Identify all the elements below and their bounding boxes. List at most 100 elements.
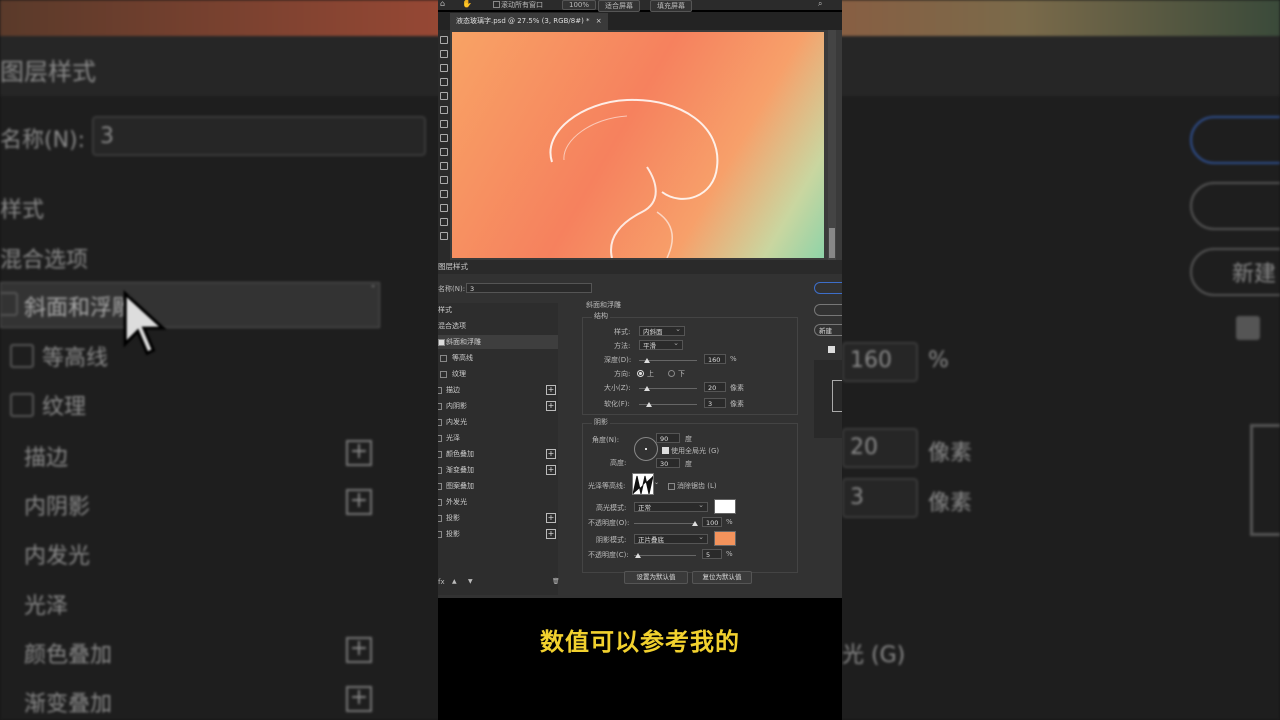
style-item-inner-glow[interactable]: 内发光 — [438, 415, 558, 429]
size-slider-handle[interactable] — [644, 386, 650, 391]
highlight-opacity-slider[interactable] — [634, 523, 696, 524]
style-item-stroke[interactable]: 描边 + — [438, 383, 558, 397]
contour-dropdown-icon[interactable]: ⌄ — [654, 479, 659, 486]
tab-close-icon[interactable]: × — [596, 17, 602, 25]
add-color-overlay-plus-icon[interactable]: + — [546, 449, 556, 459]
pen-tool-icon[interactable] — [440, 232, 448, 240]
eraser-tool-icon[interactable] — [440, 176, 448, 184]
checkbox[interactable] — [438, 531, 442, 538]
anti-alias-checkbox[interactable] — [668, 483, 675, 490]
move-up-icon[interactable]: ▲ — [452, 578, 457, 585]
wand-tool-icon[interactable] — [440, 78, 448, 86]
fit-screen-button[interactable]: 适合屏幕 — [598, 0, 640, 12]
document-tab[interactable]: 液态玻璃字.psd @ 27.5% (3, RGB/8#) * × — [450, 13, 608, 30]
size-input[interactable]: 20 — [704, 382, 726, 392]
gradient-tool-icon[interactable] — [440, 190, 448, 198]
shadow-opacity-handle[interactable] — [635, 553, 641, 558]
style-item-drop-shadow[interactable]: 投影 + — [438, 511, 558, 525]
add-gradient-overlay-plus-icon[interactable]: + — [546, 465, 556, 475]
checkbox[interactable] — [440, 355, 447, 362]
checkbox[interactable] — [438, 339, 445, 346]
document-canvas[interactable] — [452, 32, 824, 258]
dodge-tool-icon[interactable] — [440, 218, 448, 226]
depth-slider-handle[interactable] — [644, 358, 650, 363]
direction-up-radio[interactable] — [637, 370, 644, 377]
checkbox[interactable] — [440, 371, 447, 378]
styles-header[interactable]: 样式 — [438, 303, 558, 317]
zoom-100-button[interactable]: 100% — [562, 0, 597, 10]
checkbox[interactable] — [438, 483, 442, 490]
blend-options-item[interactable]: 混合选项 — [438, 319, 558, 333]
fx-icon[interactable]: fx — [438, 578, 445, 586]
style-item-color-overlay[interactable]: 颜色叠加 + — [438, 447, 558, 461]
canvas-scrollbar[interactable] — [828, 30, 836, 260]
make-default-button[interactable]: 设置为默认值 — [624, 571, 688, 584]
style-select[interactable]: 内斜面 — [639, 324, 685, 336]
style-item-pattern-overlay[interactable]: 图案叠加 — [438, 479, 558, 493]
depth-input[interactable]: 160 — [704, 354, 726, 364]
angle-dial[interactable] — [634, 437, 658, 461]
home-icon[interactable]: ⌂ — [440, 0, 445, 8]
move-tool-icon[interactable] — [440, 36, 448, 44]
highlight-color-swatch[interactable] — [714, 499, 736, 514]
style-item-contour[interactable]: 等高线 — [438, 351, 558, 365]
name-field[interactable]: 3 — [466, 283, 592, 293]
checkbox[interactable] — [438, 387, 442, 394]
highlight-opacity-handle[interactable] — [692, 521, 698, 526]
hand-tool-icon[interactable]: ✋ — [462, 0, 472, 8]
checkbox[interactable] — [438, 515, 442, 522]
style-item-drop-shadow-2[interactable]: 投影 + — [438, 527, 558, 541]
checkbox[interactable] — [438, 451, 442, 458]
add-stroke-plus-icon[interactable]: + — [546, 385, 556, 395]
canvas-area[interactable] — [450, 30, 842, 260]
scroll-thumb[interactable] — [829, 228, 835, 258]
checkbox[interactable] — [438, 419, 442, 426]
soften-slider-handle[interactable] — [646, 402, 652, 407]
history-brush-icon[interactable] — [440, 162, 448, 170]
move-down-icon[interactable]: ▼ — [468, 578, 473, 585]
style-item-satin[interactable]: 光泽 — [438, 431, 558, 445]
checkbox[interactable] — [438, 435, 442, 442]
style-item-bevel[interactable]: 斜面和浮雕 — [438, 335, 558, 349]
crop-tool-icon[interactable] — [440, 92, 448, 100]
eyedropper-tool-icon[interactable] — [440, 106, 448, 114]
style-item-gradient-overlay[interactable]: 渐变叠加 + — [438, 463, 558, 477]
soften-input[interactable]: 3 — [704, 398, 726, 408]
scroll-all-checkbox[interactable] — [493, 1, 500, 8]
checkbox[interactable] — [438, 467, 442, 474]
add-drop-shadow-plus-icon[interactable]: + — [546, 513, 556, 523]
highlight-opacity-input[interactable]: 100 — [702, 517, 722, 527]
angle-input[interactable]: 90 — [656, 433, 680, 443]
technique-select[interactable]: 平滑 — [639, 338, 683, 350]
shadow-mode-select[interactable]: 正片叠底 — [634, 532, 708, 544]
new-style-button[interactable]: 新建 — [814, 324, 842, 336]
ok-button[interactable] — [814, 282, 842, 294]
shadow-color-swatch[interactable] — [714, 531, 736, 546]
checkbox[interactable] — [438, 499, 442, 506]
style-item-inner-shadow[interactable]: 内阴影 + — [438, 399, 558, 413]
shadow-opacity-slider[interactable] — [634, 555, 696, 556]
global-light-checkbox[interactable] — [662, 447, 669, 454]
add-inner-shadow-plus-icon[interactable]: + — [546, 401, 556, 411]
reset-default-button[interactable]: 复位为默认值 — [692, 571, 752, 584]
style-item-outer-glow[interactable]: 外发光 — [438, 495, 558, 509]
highlight-mode-select[interactable]: 正常 — [634, 500, 708, 512]
stamp-tool-icon[interactable] — [440, 148, 448, 156]
gloss-contour-picker[interactable] — [632, 473, 654, 495]
brush-tool-icon[interactable] — [440, 134, 448, 142]
shadow-opacity-input[interactable]: 5 — [702, 549, 722, 559]
checkbox[interactable] — [438, 403, 442, 410]
fill-screen-button[interactable]: 填充屏幕 — [650, 0, 692, 12]
style-item-texture[interactable]: 纹理 — [438, 367, 558, 381]
preview-checkbox[interactable] — [828, 346, 835, 353]
trash-icon[interactable]: 🗑 — [552, 578, 560, 585]
marquee-tool-icon[interactable] — [440, 50, 448, 58]
cancel-button[interactable] — [814, 304, 842, 316]
altitude-input[interactable]: 30 — [656, 458, 680, 468]
blur-tool-icon[interactable] — [440, 204, 448, 212]
add-drop-shadow-plus-icon[interactable]: + — [546, 529, 556, 539]
heal-tool-icon[interactable] — [440, 120, 448, 128]
direction-down-radio[interactable] — [668, 370, 675, 377]
search-icon[interactable]: ⌕ — [818, 0, 822, 9]
lasso-tool-icon[interactable] — [440, 64, 448, 72]
